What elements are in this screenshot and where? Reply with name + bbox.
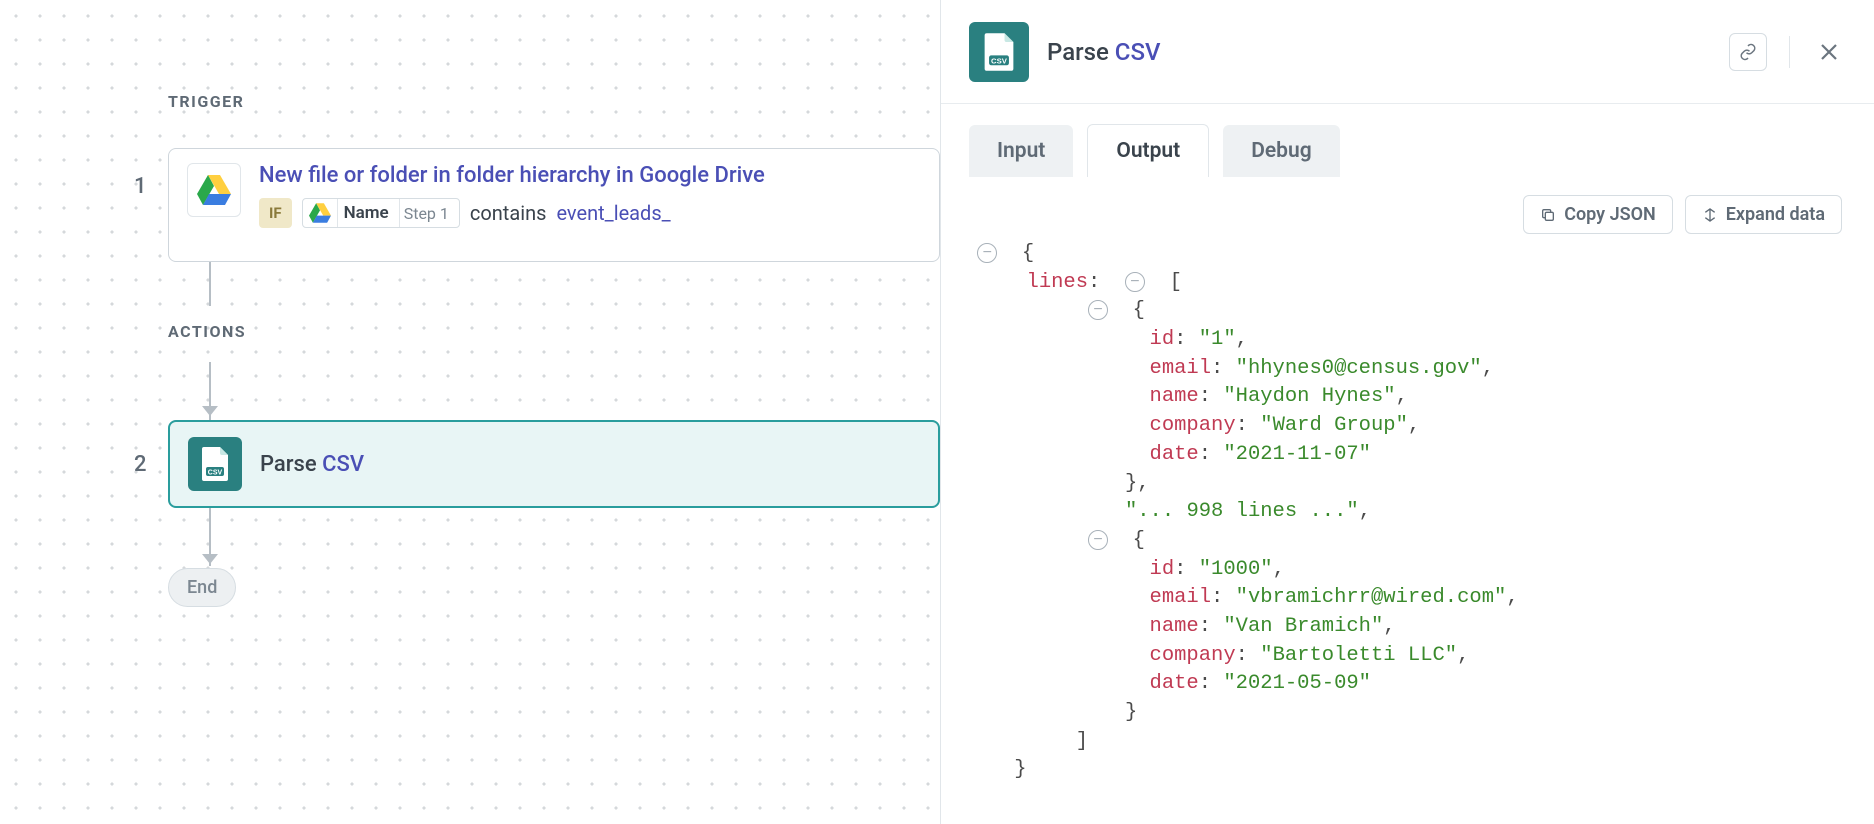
trigger-step-card[interactable]: New file or folder in folder hierarchy i… (168, 148, 940, 262)
condition-field-step: Step 1 (400, 200, 459, 227)
csv-file-icon: CSV (969, 22, 1029, 82)
arrow-icon (202, 406, 218, 416)
collapse-toggle[interactable]: − (977, 243, 997, 263)
panel-header: CSV Parse CSV (941, 0, 1874, 104)
collapse-toggle[interactable]: − (1088, 530, 1108, 550)
details-panel: CSV Parse CSV Input Output Debug (940, 0, 1874, 824)
condition-value: event_leads_ (556, 201, 670, 225)
panel-tabs: Input Output Debug (941, 104, 1874, 177)
tab-output[interactable]: Output (1087, 124, 1209, 177)
arrow-icon (202, 554, 218, 564)
csv-file-icon: CSV (188, 437, 242, 491)
connector-line (209, 262, 211, 306)
google-drive-icon (187, 163, 241, 217)
actions-section-label: ACTIONS (168, 322, 246, 341)
svg-text:CSV: CSV (208, 470, 223, 477)
condition-field-pill[interactable]: Name Step 1 (302, 198, 460, 228)
separator (1789, 36, 1790, 68)
action-step-card[interactable]: CSV Parse CSV (168, 420, 940, 508)
expand-data-button[interactable]: Expand data (1685, 195, 1842, 234)
tab-debug[interactable]: Debug (1223, 125, 1339, 177)
collapse-toggle[interactable]: − (1088, 300, 1108, 320)
copy-link-button[interactable] (1729, 33, 1767, 71)
json-output[interactable]: − { lines: − [ − { id: "1", email: "hhyn… (941, 238, 1874, 785)
condition-field-name: Name (338, 199, 399, 227)
output-toolbar: Copy JSON Expand data (941, 177, 1874, 238)
trigger-title: New file or folder in folder hierarchy i… (259, 163, 921, 188)
step-number-2: 2 (134, 452, 147, 477)
copy-json-button[interactable]: Copy JSON (1523, 195, 1673, 234)
step-number-1: 1 (134, 174, 147, 199)
end-node[interactable]: End (168, 568, 236, 607)
trigger-condition: IF Name Step 1 contains event_l (259, 198, 921, 228)
if-chip: IF (259, 198, 292, 228)
collapse-toggle[interactable]: − (1125, 272, 1145, 292)
svg-text:CSV: CSV (991, 56, 1008, 65)
google-drive-small-icon (303, 199, 337, 227)
condition-operator: contains (470, 201, 547, 225)
close-button[interactable] (1812, 35, 1846, 69)
action-title: Parse CSV (260, 452, 364, 477)
panel-title: Parse CSV (1047, 38, 1711, 66)
tab-input[interactable]: Input (969, 125, 1073, 177)
workflow-canvas[interactable]: TRIGGER 1 New file or folder in folder h… (0, 0, 940, 824)
trigger-section-label: TRIGGER (168, 92, 244, 111)
